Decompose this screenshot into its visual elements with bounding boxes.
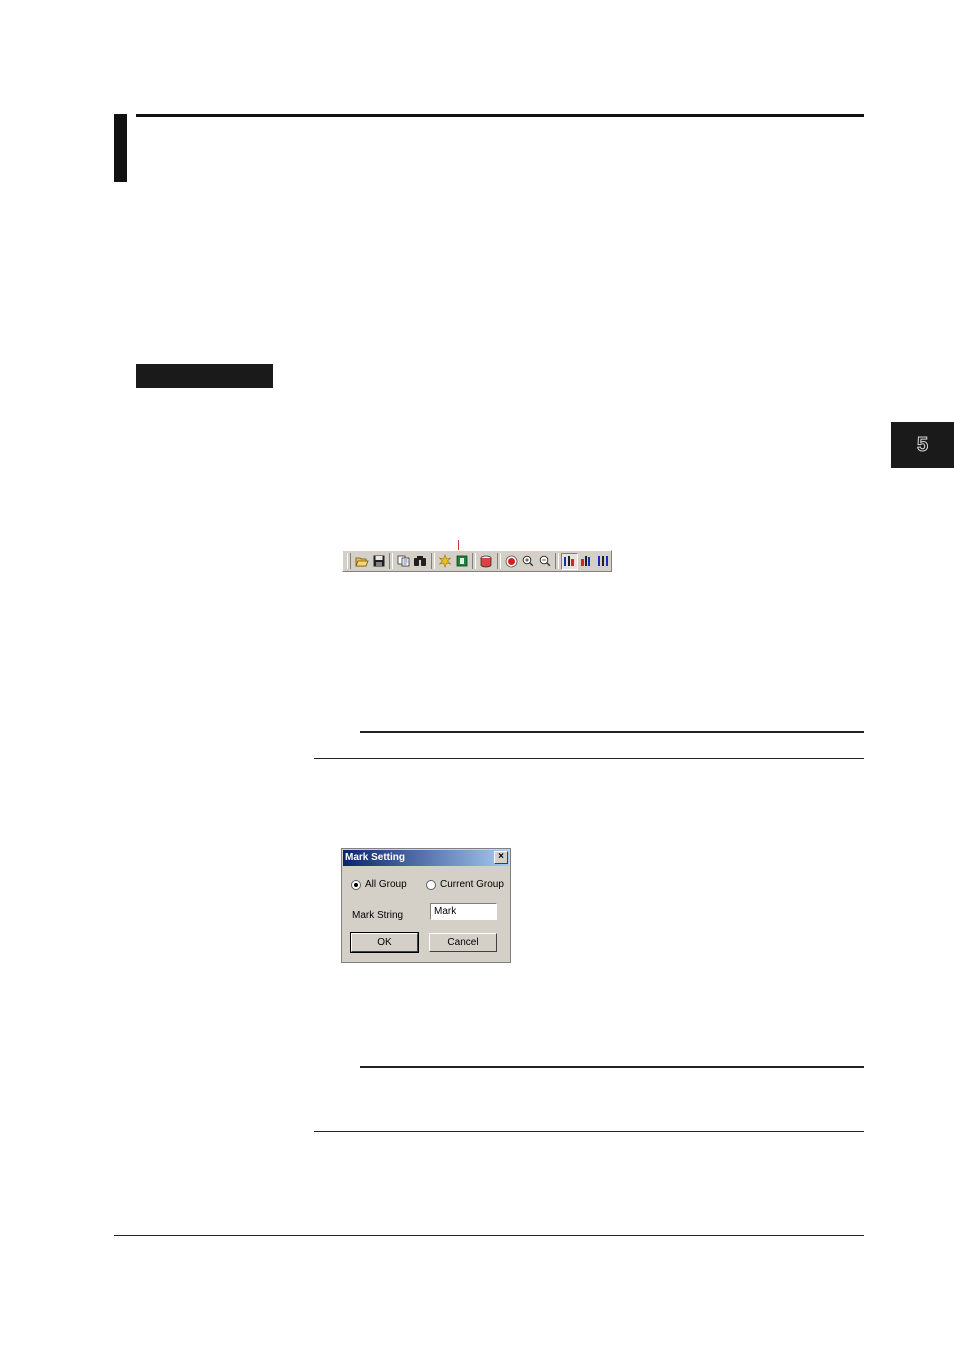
radio-all-group[interactable]: All Group: [351, 879, 407, 890]
save-icon[interactable]: [371, 553, 388, 570]
radio-unchecked-icon[interactable]: [426, 879, 436, 890]
cancel-button[interactable]: Cancel: [429, 933, 497, 952]
record-icon[interactable]: [503, 553, 520, 570]
toolbar-grip[interactable]: [347, 553, 351, 569]
note-top-rule: [360, 731, 864, 733]
toolbar-separator: [496, 553, 501, 569]
zoom-in-icon[interactable]: [519, 553, 536, 570]
zoom-out-icon[interactable]: [536, 553, 553, 570]
export-icon[interactable]: [453, 553, 470, 570]
footer-rule: [114, 1235, 864, 1236]
note-top-rule-2: [360, 1066, 864, 1068]
toolbar-separator: [430, 553, 435, 569]
database-icon[interactable]: [478, 553, 495, 570]
chapter-number: 5: [916, 433, 929, 456]
note-bottom-rule: [314, 758, 864, 759]
mark-string-label: Mark String: [352, 910, 404, 921]
note-bottom-rule-2: [314, 1131, 864, 1132]
open-icon[interactable]: [354, 553, 371, 570]
section-heading-tab: [136, 364, 273, 388]
radio-checked-icon[interactable]: [351, 879, 361, 890]
chapter-heading-bar: [114, 114, 127, 182]
find-icon[interactable]: [412, 553, 429, 570]
cursor-b-icon[interactable]: [578, 553, 595, 570]
radio-current-group-label: Current Group: [440, 879, 504, 890]
dialog-title: Mark Setting: [343, 850, 509, 866]
ok-button[interactable]: OK: [350, 932, 419, 953]
star-icon[interactable]: [437, 553, 454, 570]
chapter-heading-rule: [136, 114, 864, 117]
toolbar-separator: [472, 553, 477, 569]
radio-current-group[interactable]: Current Group: [426, 879, 504, 890]
cursor-a-icon[interactable]: [560, 552, 578, 570]
toolbar-separator: [389, 553, 394, 569]
radio-all-group-label: All Group: [365, 879, 407, 890]
chapter-index-tab: 5: [891, 422, 954, 468]
mark-string-input[interactable]: [430, 903, 497, 920]
mark-setting-dialog: Mark Setting × All Group Current Group M…: [341, 848, 511, 963]
copy-icon[interactable]: [395, 553, 412, 570]
cursor-bars-icon[interactable]: [594, 553, 611, 570]
close-icon[interactable]: ×: [494, 851, 508, 864]
toolbar-separator: [554, 553, 559, 569]
toolbar: [342, 550, 612, 572]
